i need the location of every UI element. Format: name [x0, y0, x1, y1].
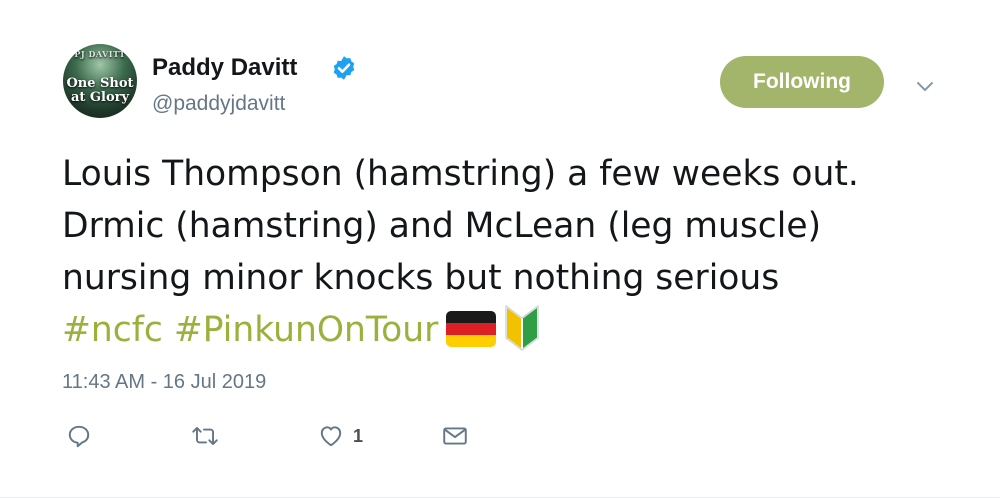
hashtag-pinkunontour[interactable]: #PinkunOnTour: [174, 310, 438, 350]
like-button[interactable]: 1: [318, 420, 363, 452]
avatar-text-line-2: at Glory: [70, 90, 130, 105]
following-button[interactable]: Following: [720, 56, 884, 108]
verified-badge-icon: [333, 56, 355, 80]
like-count: 1: [353, 425, 364, 446]
germany-flag-icon: [446, 310, 497, 347]
tweet-text: Louis Thompson (hamstring) a few weeks o…: [62, 148, 982, 356]
display-name[interactable]: Paddy Davitt: [152, 54, 297, 82]
japanese-beginner-symbol-icon: [505, 304, 540, 351]
tweet-timestamp[interactable]: 11:43 AM - 16 Jul 2019: [62, 370, 266, 394]
user-handle[interactable]: @paddyjdavitt: [152, 92, 285, 116]
retweet-icon: [192, 427, 218, 446]
reply-icon: [68, 425, 90, 448]
tweet-text-line-2: Drmic (hamstring) and McLean (leg muscle…: [62, 206, 822, 246]
heart-icon: [320, 426, 342, 447]
tweet-card: PJ DAVITT One Shot at Glory Paddy Davitt…: [0, 0, 1000, 498]
tweet-text-line-1: Louis Thompson (hamstring) a few weeks o…: [62, 154, 859, 194]
tweet-hashtag-line: #ncfc #PinkunOnTour: [62, 304, 982, 356]
tweet-text-line-3: nursing minor knocks but nothing serious: [62, 258, 780, 298]
envelope-icon: [443, 427, 467, 445]
avatar-text-line-1: One Shot: [66, 76, 134, 91]
chevron-down-icon[interactable]: [913, 74, 937, 98]
hashtag-ncfc[interactable]: #ncfc: [62, 310, 163, 350]
retweet-button[interactable]: [190, 420, 220, 452]
avatar[interactable]: PJ DAVITT One Shot at Glory: [63, 44, 137, 118]
avatar-top-text: PJ DAVITT: [74, 49, 126, 59]
reply-button[interactable]: [66, 420, 92, 452]
direct-message-button[interactable]: [441, 420, 469, 452]
